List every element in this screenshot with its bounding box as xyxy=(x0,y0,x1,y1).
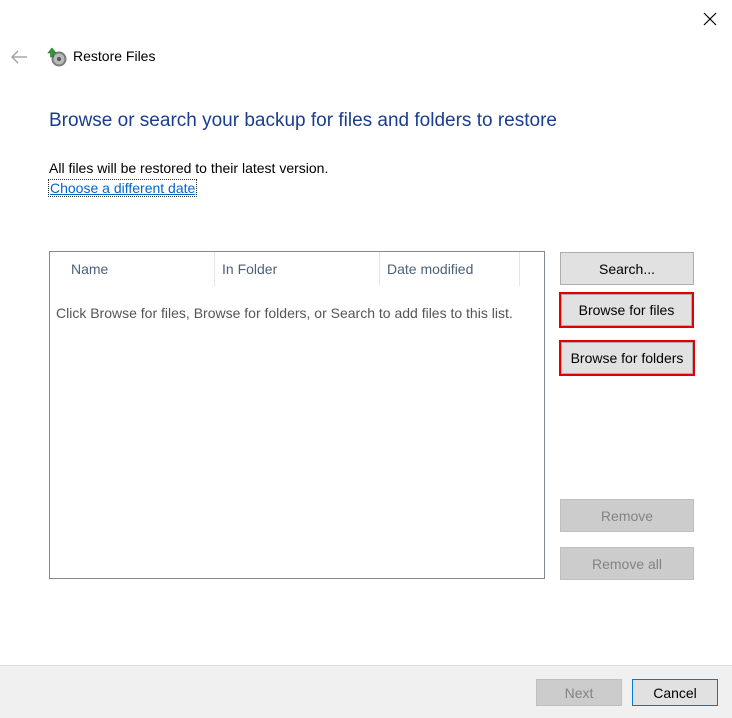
back-arrow-icon xyxy=(11,50,27,64)
browse-files-button[interactable]: Browse for files xyxy=(559,292,694,328)
close-icon xyxy=(703,12,717,26)
search-button[interactable]: Search... xyxy=(560,252,694,285)
browse-folders-button[interactable]: Browse for folders xyxy=(559,340,695,376)
restore-files-icon xyxy=(47,47,67,67)
restore-info-text: All files will be restored to their late… xyxy=(49,160,329,176)
choose-date-link[interactable]: Choose a different date xyxy=(47,179,198,197)
empty-list-message: Click Browse for files, Browse for folde… xyxy=(56,305,513,321)
cancel-button[interactable]: Cancel xyxy=(632,679,718,706)
column-header-date-modified[interactable]: Date modified xyxy=(380,252,520,286)
remove-all-button[interactable]: Remove all xyxy=(560,547,694,580)
column-header-in-folder[interactable]: In Folder xyxy=(215,252,380,286)
footer-bar: Next Cancel xyxy=(0,665,732,718)
file-list[interactable]: Name In Folder Date modified Click Brows… xyxy=(49,251,545,579)
remove-button[interactable]: Remove xyxy=(560,499,694,532)
back-button[interactable] xyxy=(6,45,32,69)
next-button[interactable]: Next xyxy=(536,679,622,706)
window-title: Restore Files xyxy=(73,48,156,64)
close-button[interactable] xyxy=(694,4,726,34)
column-header-name[interactable]: Name xyxy=(64,252,215,286)
page-heading: Browse or search your backup for files a… xyxy=(49,110,557,131)
list-header: Name In Folder Date modified xyxy=(50,252,544,286)
restore-files-window: Restore Files Browse or search your back… xyxy=(0,0,732,718)
